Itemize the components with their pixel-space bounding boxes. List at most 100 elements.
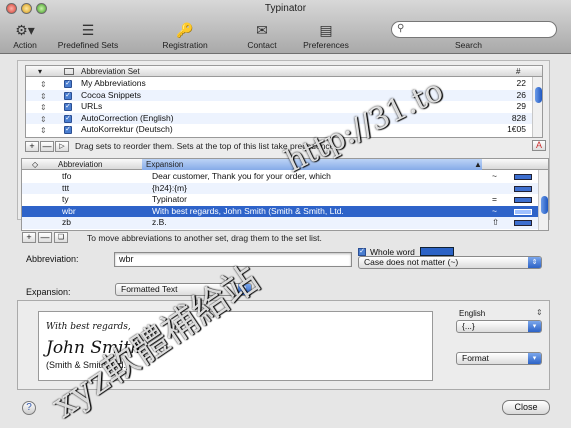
remove-set-button[interactable]: — [40,141,54,152]
font-button[interactable]: A [532,140,546,151]
registration-button[interactable]: 🔑 Registration [155,20,215,52]
add-abbreviation-button[interactable]: + [22,232,36,243]
abbr-row-selected[interactable]: wbr With best regards, John Smith (Smith… [22,205,538,217]
set-checkbox[interactable]: ✓ [64,103,72,111]
set-options-button[interactable]: ▷ [55,141,69,152]
case-mark: = [492,194,497,204]
abbr-cell: ty [62,194,69,204]
preferences-label: Preferences [303,40,349,50]
abbr-cell: tfo [62,171,72,181]
close-button[interactable]: Close [502,400,550,415]
set-row[interactable]: ⇕ ✓ Cocoa Snippets 26 [26,89,532,102]
duplicate-abbreviation-button[interactable]: ❏ [54,232,68,243]
set-count: 22 [516,78,526,88]
add-set-button[interactable]: + [25,141,39,152]
abbr-row[interactable]: ty Typinator = [22,194,538,206]
set-checkbox[interactable]: ✓ [64,80,72,88]
drag-handle-icon[interactable]: ⇕ [40,91,47,102]
abbreviation-label: Abbreviation: [26,254,79,264]
abbr-row[interactable]: zb z.B. ⇧ [22,217,538,229]
preferences-button[interactable]: ▤ Preferences [294,20,358,52]
predefined-sets-label: Predefined Sets [57,40,119,50]
set-name: My Abbreviations [81,78,146,88]
format-menu[interactable]: Format ▾ [456,352,542,365]
search-field[interactable]: ⚲ [391,21,557,38]
abbreviations-hint: To move abbreviations to another set, dr… [87,233,322,243]
abbr-scroll-thumb[interactable] [541,196,548,214]
sets-panel: ▾ Abbreviation Set # ⇕ ✓ My Abbreviation… [17,60,550,231]
set-row[interactable]: ⇕ ✓ AutoKorrektur (Deutsch) 1€05 [26,124,532,136]
set-checkbox[interactable]: ✓ [64,126,72,134]
language-popup-value: {...} [462,321,475,331]
contact-button[interactable]: ✉ Contact [238,20,286,52]
abbr-row[interactable]: ttt {h24}:{m} [22,182,538,194]
drag-handle-icon[interactable]: ⇕ [40,102,47,113]
popup-arrows-icon: ⇕ [528,257,541,268]
format-icon [514,197,532,203]
action-label: Action [13,40,37,50]
help-button[interactable]: ? [22,401,36,415]
gear-icon: ⚙▾ [15,22,35,38]
registration-label: Registration [162,40,208,50]
case-mark: ~ [492,205,497,216]
drag-handle-icon[interactable]: ⇕ [40,125,47,136]
set-name: Cocoa Snippets [81,89,142,100]
format-icon [514,185,532,192]
abbr-cell: wbr [62,205,76,216]
set-name-header[interactable]: Abbreviation Set [81,66,140,77]
sets-table-header: ▾ Abbreviation Set # [26,66,542,77]
action-button[interactable]: ⚙▾ Action [6,20,44,52]
remove-abbreviation-button[interactable]: — [38,232,52,243]
set-count: 26 [516,89,526,100]
drag-handle-icon[interactable]: ⇕ [40,79,47,90]
set-count: 828 [511,112,526,123]
case-popup-value: Case does not matter (~) [364,257,459,267]
contact-label: Contact [247,40,277,50]
search-icon: ⚲ [397,23,405,34]
set-name: AutoKorrektur (Deutsch) [81,124,173,134]
whole-word-option-icon[interactable] [420,247,454,256]
popup-arrows-icon: ▾ [528,353,541,364]
set-name: AutoCorrection (English) [81,112,174,123]
abbr-row[interactable]: tfo Dear customer, Thank you for your or… [22,171,538,183]
set-count: 1€05 [507,124,526,134]
search-input[interactable] [410,23,550,36]
language-popup[interactable]: {...} ▾ [456,320,542,333]
sets-icon: ☰ [81,22,95,38]
case-popup[interactable]: Case does not matter (~) ⇕ [358,256,542,269]
abbr-scrollbar[interactable] [538,170,548,230]
count-header[interactable]: # [516,66,520,77]
drag-handle-icon[interactable]: ⇕ [40,114,47,125]
popup-arrows-icon: ▾ [528,321,541,332]
contact-icon: ✉ [256,22,268,38]
set-checkbox[interactable]: ✓ [64,91,72,100]
abbreviations-table: ◇ Abbreviation Expansion ▲ tfo Dear cust… [21,158,549,231]
toolbar: Typinator ⚙▾ Action ☰ Predefined Sets 🔑 … [0,0,571,54]
sort-up-icon: ▲ [474,160,482,169]
set-row[interactable]: ⇕ ✓ AutoCorrection (English) 828 [26,112,532,125]
predefined-sets-button[interactable]: ☰ Predefined Sets [50,20,126,52]
set-row[interactable]: ⇕ ✓ URLs 29 [26,101,532,113]
format-icon [514,220,532,226]
format-menu-label: Format [462,353,489,363]
expansion-cell: With best regards, John Smith (Smith & S… [152,205,344,216]
abbreviation-header[interactable]: Abbreviation [58,159,102,170]
whole-word-checkbox[interactable]: ✓ [358,248,366,256]
abbr-cell: ttt [62,182,70,193]
language-label: English [459,309,486,318]
set-row[interactable]: ⇕ ✓ My Abbreviations 22 [26,78,532,90]
set-checkbox[interactable]: ✓ [64,114,72,123]
language-stepper-icon[interactable]: ⇕ [536,308,543,317]
format-icon [514,208,532,215]
preferences-icon: ▤ [319,22,333,38]
sets-scroll-thumb[interactable] [535,87,542,103]
expansion-format-value: Formatted Text [121,284,178,294]
typinator-window: Typinator ⚙▾ Action ☰ Predefined Sets 🔑 … [0,0,571,428]
expansion-cell: Typinator [152,194,187,204]
sets-scrollbar[interactable] [532,77,542,137]
set-name: URLs [81,101,103,111]
sets-table: ▾ Abbreviation Set # ⇕ ✓ My Abbreviation… [25,65,543,138]
expansion-cell: {h24}:{m} [152,182,187,193]
sort-icon: ◇ [32,160,39,169]
search-label: Search [455,40,482,50]
